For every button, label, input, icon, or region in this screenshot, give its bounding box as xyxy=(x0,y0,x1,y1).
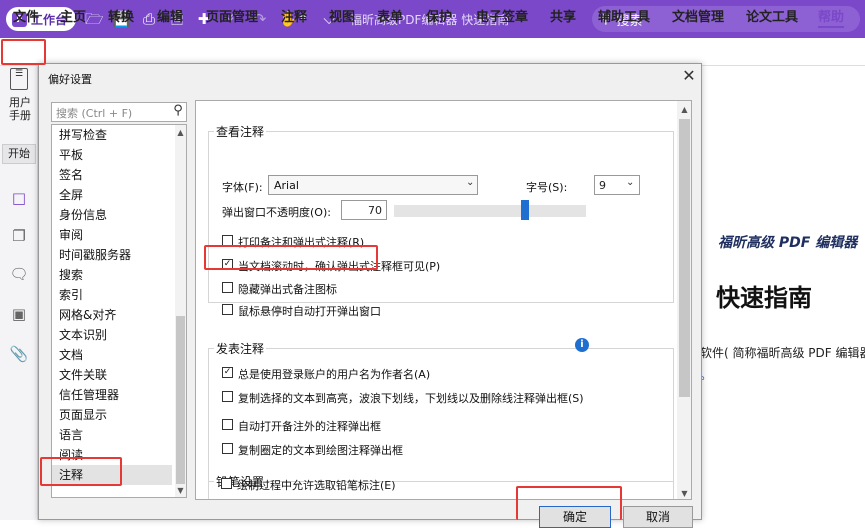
print-icon[interactable]: ⎙ xyxy=(140,10,158,28)
option-checkbox[interactable] xyxy=(222,443,233,454)
menu-form[interactable]: 表单 xyxy=(377,6,403,25)
menu-help[interactable]: 帮助 xyxy=(818,6,845,28)
option-label: 自动打开备注外的注释弹出框 xyxy=(238,420,381,433)
font-label: 字体(F): xyxy=(222,181,263,194)
search-icon[interactable]: ⚲ xyxy=(170,103,186,121)
tab-start[interactable]: 开始 xyxy=(2,144,36,164)
category-item[interactable]: 身份信息 xyxy=(52,205,172,225)
category-list: 拼写检查 平板 签名 全屏 身份信息 审阅 时间戳服务器 搜索 索引 网格&对齐… xyxy=(51,124,187,498)
menu-convert[interactable]: 转换 xyxy=(108,6,134,25)
menu-thesis[interactable]: 论文工具 xyxy=(746,6,798,25)
option-checkbox[interactable] xyxy=(221,478,232,489)
menu-share[interactable]: 共享 xyxy=(550,6,576,25)
menu-tools[interactable]: 辅助工具 xyxy=(598,6,650,25)
category-item[interactable]: 全屏 xyxy=(52,185,172,205)
left-sidebar xyxy=(0,66,38,520)
category-item[interactable]: 时间戳服务器 xyxy=(52,245,172,265)
menu-file[interactable]: 文件 xyxy=(13,6,39,25)
menu-home[interactable]: 主页 xyxy=(60,6,86,25)
option-label: 鼠标悬停时自动打开弹出窗口 xyxy=(238,305,381,318)
highlight-file-menu xyxy=(1,39,46,65)
highlight-ok-button xyxy=(516,486,622,520)
scroll-up-icon[interactable]: ▲ xyxy=(679,105,690,114)
menu-e-seal[interactable]: 电子签章 xyxy=(476,6,528,25)
preferences-search-input[interactable]: 搜索 (Ctrl + F) xyxy=(51,102,187,122)
highlight-hide-popup-option xyxy=(204,245,378,270)
option-checkbox[interactable] xyxy=(222,282,233,293)
chevron-down-icon[interactable]: ⌄ xyxy=(466,177,474,188)
user-guide-icon[interactable]: ☰ xyxy=(10,68,28,90)
category-item[interactable]: 拼写检查 xyxy=(52,125,172,145)
info-icon[interactable]: i xyxy=(575,338,589,352)
group-title: 查看注释 xyxy=(214,123,267,140)
category-item[interactable]: 网格&对齐 xyxy=(52,305,172,325)
menu-protect[interactable]: 保护 xyxy=(426,6,452,25)
settings-scroll-thumb[interactable] xyxy=(679,119,690,397)
category-item[interactable]: 文档 xyxy=(52,345,172,365)
category-scroll-thumb[interactable] xyxy=(176,316,185,484)
option-label: 复制圈定的文本到绘图注释弹出框 xyxy=(238,444,403,457)
menu-edit[interactable]: 编辑 xyxy=(157,6,183,25)
comment-icon[interactable]: 🗨 xyxy=(9,264,29,284)
menu-page-manage[interactable]: 页面管理 xyxy=(206,6,258,25)
option-checkbox[interactable] xyxy=(222,304,233,315)
highlight-annotation-category xyxy=(40,457,122,486)
doc-product-line: 福昕高级 PDF 编辑器 xyxy=(718,235,858,251)
category-item[interactable]: 签名 xyxy=(52,165,172,185)
opacity-label: 弹出窗口不透明度(O): xyxy=(222,206,331,219)
attachment-icon[interactable]: 📎 xyxy=(9,344,29,364)
category-item[interactable]: 审阅 xyxy=(52,225,172,245)
category-item[interactable]: 索引 xyxy=(52,285,172,305)
option-label: 总是使用登录账户的用户名为作者名(A) xyxy=(238,368,431,381)
scroll-down-icon[interactable]: ▼ xyxy=(175,486,186,495)
option-checkbox-checked[interactable]: ✓ xyxy=(222,367,233,378)
settings-panel: 查看注释 字体(F): Arial ⌄ 字号(S): 9 ⌄ 弹出窗口不透明度(… xyxy=(195,100,692,500)
scroll-down-icon[interactable]: ▼ xyxy=(679,489,690,498)
category-item[interactable]: 信任管理器 xyxy=(52,385,172,405)
close-icon[interactable]: ✕ xyxy=(679,66,699,86)
group-title: 发表注释 xyxy=(214,340,267,357)
scroll-up-icon[interactable]: ▲ xyxy=(175,128,186,137)
menu-comment[interactable]: 注释 xyxy=(281,6,307,25)
dialog-title: 偏好设置 xyxy=(48,73,92,86)
open-folder-icon[interactable]: 🗁 xyxy=(85,10,104,28)
pages-icon[interactable]: ❐ xyxy=(9,226,29,246)
preferences-dialog: 偏好设置 ✕ 搜索 (Ctrl + F) ⚲ 拼写检查 平板 签名 全屏 身份信… xyxy=(38,63,702,528)
user-guide-label[interactable]: 用户手册 xyxy=(4,96,36,122)
menu-doc-manage[interactable]: 文档管理 xyxy=(672,6,724,25)
doc-heading: 快速指南 xyxy=(716,284,812,312)
opacity-slider-thumb[interactable] xyxy=(521,200,529,220)
size-label: 字号(S): xyxy=(526,181,568,194)
category-item[interactable]: 页面显示 xyxy=(52,405,172,425)
menu-view[interactable]: 视图 xyxy=(329,6,355,25)
opacity-slider[interactable] xyxy=(394,205,586,217)
cancel-button[interactable]: 取消 xyxy=(623,506,693,528)
option-label: 复制选择的文本到高亮，波浪下划线，下划线以及删除线注释弹出框(S) xyxy=(238,392,584,405)
bookmark-icon[interactable]: □ xyxy=(9,188,29,208)
doc-body-text: 软件( 简称福昕高级 PDF 编辑器 xyxy=(700,346,865,360)
option-checkbox[interactable] xyxy=(222,419,233,430)
category-item[interactable]: 文本识别 xyxy=(52,325,172,345)
category-item[interactable]: 搜索 xyxy=(52,265,172,285)
category-item[interactable]: 语言 xyxy=(52,425,172,445)
option-checkbox[interactable] xyxy=(222,391,233,402)
chevron-down-icon[interactable]: ⌄ xyxy=(626,177,634,188)
menu-bar xyxy=(0,38,865,66)
toolbox-icon[interactable]: ▣ xyxy=(9,304,29,324)
option-label-pencil: 绘制过程中允许选取铅笔标注(E) xyxy=(237,479,396,492)
opacity-input[interactable]: 70 xyxy=(341,200,387,220)
category-item[interactable]: 文件关联 xyxy=(52,365,172,385)
font-select[interactable]: Arial xyxy=(268,175,478,195)
option-label: 隐藏弹出式备注图标 xyxy=(238,283,337,296)
category-item[interactable]: 平板 xyxy=(52,145,172,165)
